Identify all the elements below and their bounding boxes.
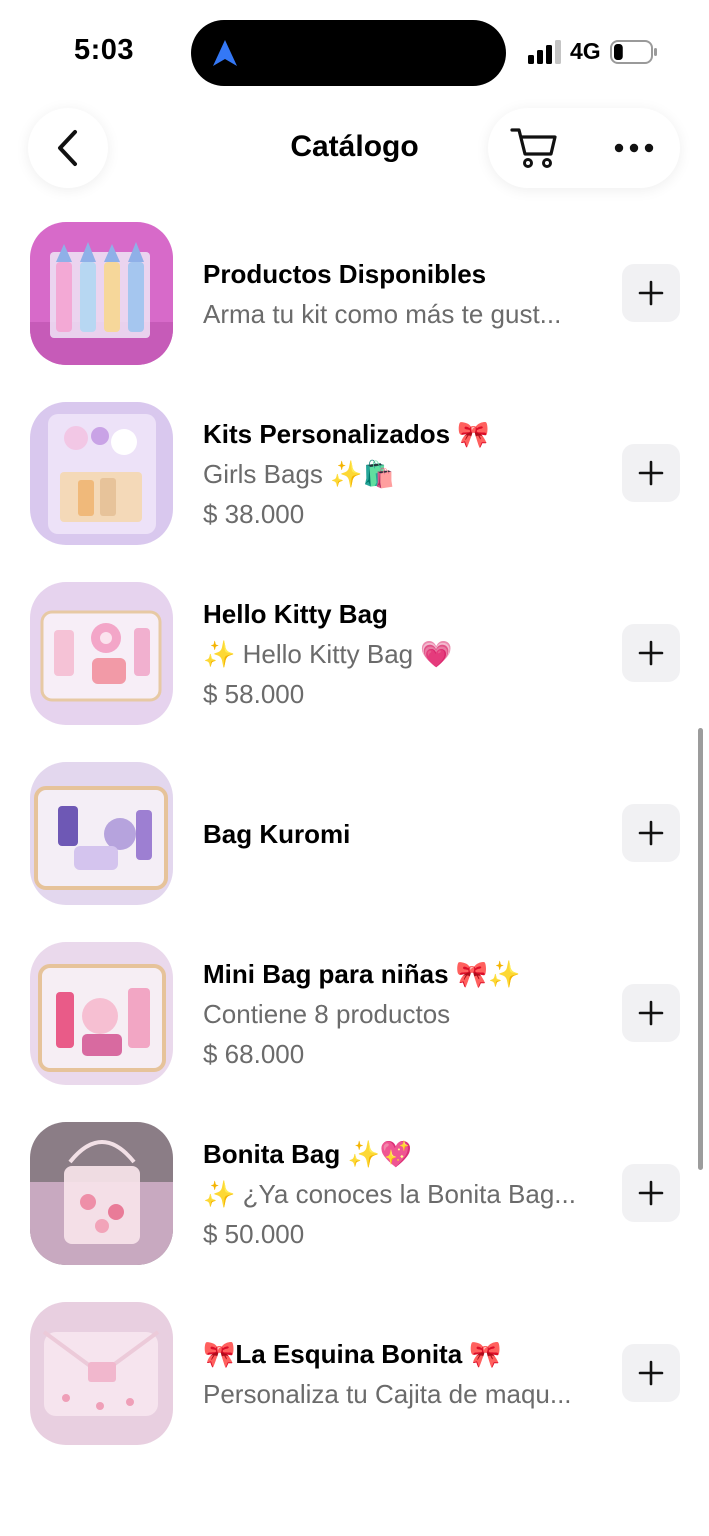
add-to-cart-button[interactable] bbox=[622, 624, 680, 682]
add-to-cart-button[interactable] bbox=[622, 1344, 680, 1402]
product-description: ✨ ¿Ya conoces la Bonita Bag... bbox=[203, 1178, 576, 1209]
product-image bbox=[30, 402, 173, 545]
status-time: 5:03 bbox=[74, 34, 135, 66]
product-name: 🎀La Esquina Bonita 🎀 bbox=[203, 1338, 502, 1369]
product-name: Mini Bag para niñas 🎀✨ bbox=[203, 958, 521, 989]
dynamic-island bbox=[191, 20, 506, 86]
product-price: $ 68.000 bbox=[203, 1038, 305, 1069]
product-description: ✨ Hello Kitty Bag 💗 bbox=[203, 638, 453, 669]
product-item[interactable]: Bag Kuromi bbox=[0, 760, 709, 940]
product-info: Kits Personalizados 🎀 Girls Bags ✨🛍️ $ 3… bbox=[203, 402, 598, 545]
plus-icon bbox=[638, 460, 664, 486]
product-name: Bonita Bag ✨💖 bbox=[203, 1138, 413, 1169]
battery-icon bbox=[610, 40, 657, 64]
product-price: $ 38.000 bbox=[203, 498, 305, 529]
product-item[interactable]: 🎀La Esquina Bonita 🎀 Personaliza tu Caji… bbox=[0, 1300, 709, 1480]
product-info: Hello Kitty Bag ✨ Hello Kitty Bag 💗 $ 58… bbox=[203, 582, 598, 725]
product-info: Productos Disponibles Arma tu kit como m… bbox=[203, 222, 598, 365]
plus-icon bbox=[638, 640, 664, 666]
add-to-cart-button[interactable] bbox=[622, 264, 680, 322]
product-image bbox=[30, 1122, 173, 1265]
cellular-signal-icon bbox=[528, 40, 561, 64]
product-description: Arma tu kit como más te gust... bbox=[203, 298, 562, 329]
add-to-cart-button[interactable] bbox=[622, 444, 680, 502]
product-item[interactable]: Hello Kitty Bag ✨ Hello Kitty Bag 💗 $ 58… bbox=[0, 580, 709, 760]
product-description: Contiene 8 productos bbox=[203, 998, 451, 1029]
product-info: Mini Bag para niñas 🎀✨ Contiene 8 produc… bbox=[203, 942, 598, 1085]
product-price: $ 50.000 bbox=[203, 1218, 305, 1249]
product-image bbox=[30, 942, 173, 1085]
scrollbar[interactable] bbox=[698, 728, 703, 1170]
add-to-cart-button[interactable] bbox=[622, 984, 680, 1042]
product-item[interactable]: Kits Personalizados 🎀 Girls Bags ✨🛍️ $ 3… bbox=[0, 400, 709, 580]
plus-icon bbox=[638, 1180, 664, 1206]
product-info: Bonita Bag ✨💖 ✨ ¿Ya conoces la Bonita Ba… bbox=[203, 1122, 598, 1265]
product-price: $ 58.000 bbox=[203, 678, 305, 709]
product-name: Bag Kuromi bbox=[203, 818, 351, 849]
header-actions bbox=[488, 108, 680, 188]
product-name: Hello Kitty Bag bbox=[203, 598, 388, 629]
product-image bbox=[30, 1302, 173, 1445]
product-item[interactable]: Productos Disponibles Arma tu kit como m… bbox=[0, 220, 709, 400]
status-bar: 5:03 4G bbox=[0, 0, 709, 100]
product-item[interactable]: Bonita Bag ✨💖 ✨ ¿Ya conoces la Bonita Ba… bbox=[0, 1120, 709, 1300]
product-info: Bag Kuromi bbox=[203, 762, 598, 905]
product-description: Personaliza tu Cajita de maqu... bbox=[203, 1378, 572, 1409]
product-info: 🎀La Esquina Bonita 🎀 Personaliza tu Caji… bbox=[203, 1302, 598, 1445]
add-to-cart-button[interactable] bbox=[622, 804, 680, 862]
product-description: Girls Bags ✨🛍️ bbox=[203, 458, 395, 489]
product-list: Productos Disponibles Arma tu kit como m… bbox=[0, 220, 709, 1480]
location-arrow-icon bbox=[213, 40, 237, 66]
more-options-button[interactable] bbox=[610, 128, 658, 168]
add-to-cart-button[interactable] bbox=[622, 1164, 680, 1222]
plus-icon bbox=[638, 280, 664, 306]
product-image bbox=[30, 582, 173, 725]
cart-icon bbox=[510, 128, 557, 168]
network-type: 4G bbox=[570, 38, 601, 64]
plus-icon bbox=[638, 1000, 664, 1026]
ellipsis-icon bbox=[614, 143, 654, 153]
cart-button[interactable] bbox=[508, 124, 560, 172]
product-name: Productos Disponibles bbox=[203, 258, 487, 289]
product-item[interactable]: Mini Bag para niñas 🎀✨ Contiene 8 produc… bbox=[0, 940, 709, 1120]
product-image bbox=[30, 222, 173, 365]
product-image bbox=[30, 762, 173, 905]
plus-icon bbox=[638, 1360, 664, 1386]
product-name: Kits Personalizados 🎀 bbox=[203, 418, 490, 449]
plus-icon bbox=[638, 820, 664, 846]
nav-header: Catálogo bbox=[0, 100, 709, 210]
